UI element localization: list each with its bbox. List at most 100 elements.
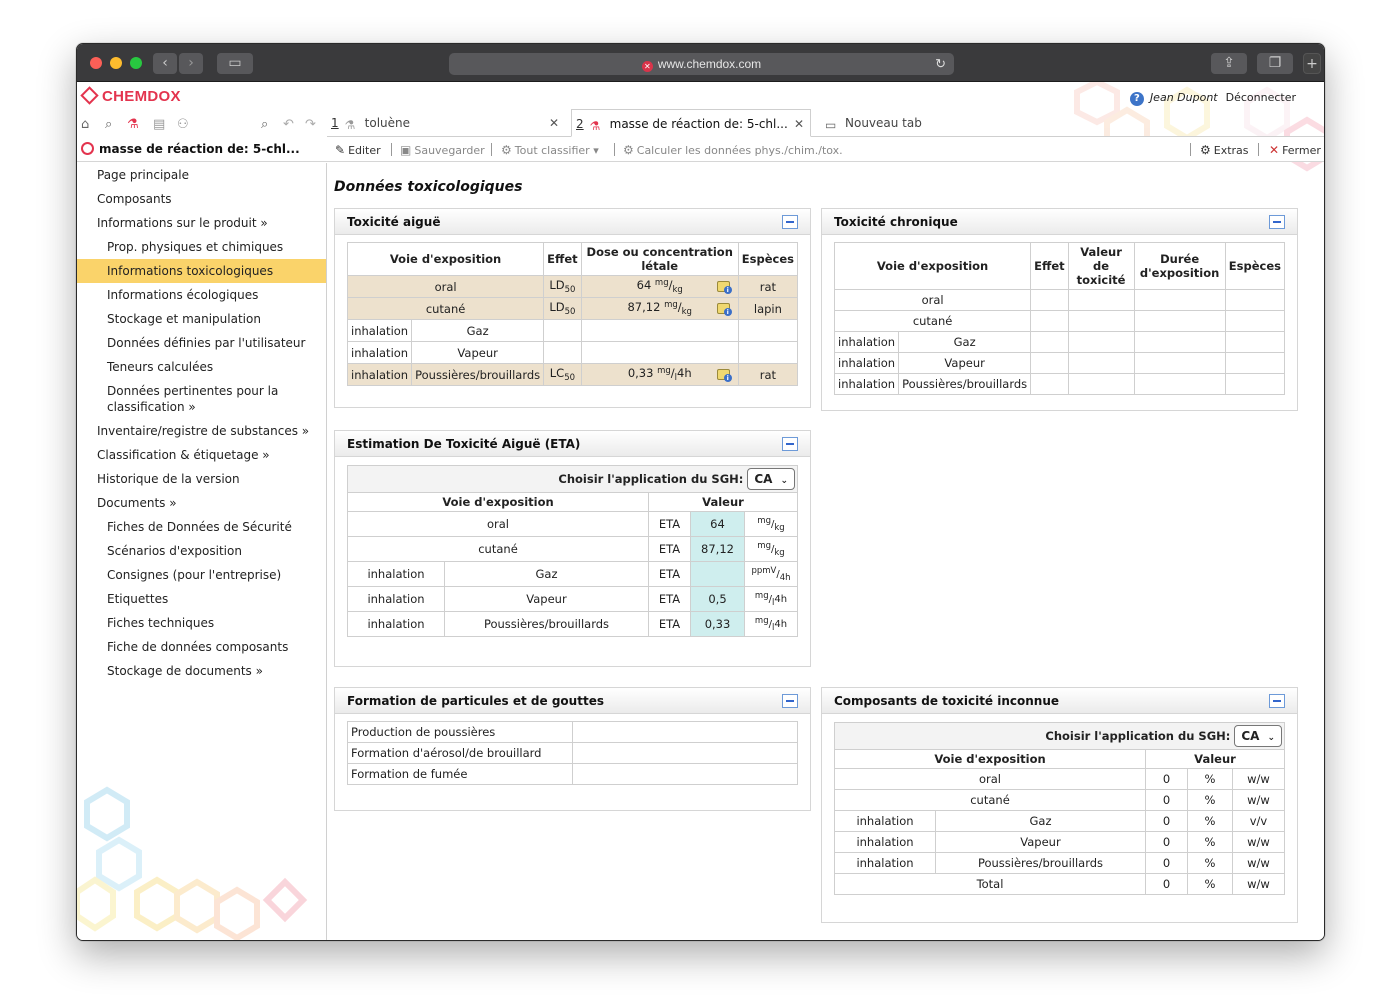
sidebar-item[interactable]: Stockage et manipulation <box>77 307 326 331</box>
table-cell <box>1067 310 1135 332</box>
particles-panel: Formation de particules et de gouttes Pr… <box>334 687 811 811</box>
particle-value-cell[interactable] <box>572 742 798 764</box>
collapse-icon[interactable] <box>1269 694 1285 708</box>
sidebar-item[interactable]: Documents » <box>77 491 326 515</box>
collapse-icon[interactable] <box>782 694 798 708</box>
table-row: Total 0% w/w <box>834 873 1285 895</box>
sidebar-item[interactable]: Prop. physiques et chimiques <box>77 235 326 259</box>
address-bar[interactable]: ✕ www.chemdox.com ↻ <box>449 53 954 75</box>
table-cell: inhalation <box>833 373 900 395</box>
sidebar-item[interactable]: Inventaire/registre de substances » <box>77 419 326 443</box>
table-cell <box>580 319 739 342</box>
eta-value-cell[interactable]: 0,5 <box>690 586 745 612</box>
zoom-search-icon[interactable]: ⌕ <box>261 117 268 132</box>
sidebar-item[interactable]: Page principale <box>77 163 326 187</box>
sidebar-item[interactable]: Données définies par l'utilisateur <box>77 331 326 355</box>
history-back-icon[interactable]: ↶ <box>283 117 294 132</box>
particle-value-cell[interactable] <box>572 721 798 743</box>
sidebar-item[interactable]: Données pertinentes pour la classificati… <box>77 379 326 419</box>
unit-numerator: mg <box>664 300 678 310</box>
eta-value-cell[interactable]: 64 <box>690 511 745 537</box>
table-cell <box>1224 310 1286 332</box>
table-cell: ppmV/4h <box>744 561 798 587</box>
unit: mg/kg <box>757 541 784 558</box>
sidebar-item[interactable]: Informations écologiques <box>77 283 326 307</box>
sidebar-item[interactable]: Historique de la version <box>77 467 326 491</box>
info-icon[interactable] <box>716 369 732 382</box>
back-icon[interactable]: ‹ <box>153 53 177 74</box>
reload-icon[interactable]: ↻ <box>935 53 946 75</box>
particle-value-cell[interactable] <box>572 763 798 785</box>
eta-value-cell[interactable] <box>690 561 745 587</box>
classify-button[interactable]: ⚙ Tout classifier ▾ <box>501 143 599 157</box>
forward-icon[interactable]: › <box>179 53 203 74</box>
close-button[interactable]: ✕ Fermer <box>1269 143 1321 157</box>
sidebar-item[interactable]: Informations sur le produit » <box>77 211 326 235</box>
tab-masse-reaction[interactable]: 2 ⚗ masse de réaction de: 5-chl... ✕ <box>571 109 811 137</box>
collapse-icon[interactable] <box>782 437 798 451</box>
collapse-icon[interactable] <box>1269 215 1285 229</box>
document-icon[interactable]: ▤ <box>153 117 165 132</box>
calculate-button[interactable]: ⚙ Calculer les données phys./chim./tox. <box>623 143 843 157</box>
sgh-select[interactable]: CA ⌄ <box>1234 725 1282 747</box>
sidebar-item[interactable]: Informations toxicologiques <box>77 259 326 283</box>
history-forward-icon[interactable]: ↷ <box>305 117 316 132</box>
table-cell <box>1224 373 1286 395</box>
share-icon[interactable]: ⇪ <box>1211 53 1247 74</box>
sidebar-item[interactable]: Teneurs calculées <box>77 355 326 379</box>
new-tab-icon[interactable]: + <box>1303 53 1321 74</box>
eta-value-cell[interactable]: 0,33 <box>690 611 745 637</box>
extras-button[interactable]: ⚙ Extras <box>1200 143 1249 157</box>
sidebar-item[interactable]: Fiches de Données de Sécurité <box>77 515 326 539</box>
table-cell: % <box>1187 768 1233 790</box>
acute-toxicity-table: Voie d'exposition Effet Dose ou concentr… <box>346 242 799 386</box>
table-cell: 0 <box>1145 831 1188 853</box>
close-window-icon[interactable] <box>90 57 102 69</box>
tab-new[interactable]: ▭ Nouveau tab <box>817 109 957 137</box>
maximize-window-icon[interactable] <box>130 57 142 69</box>
table-cell: v/v <box>1232 810 1285 832</box>
sidebar-item[interactable]: Consignes (pour l'entreprise) <box>77 563 326 587</box>
sidebar-item[interactable]: Classification & étiquetage » <box>77 443 326 467</box>
tabs-overview-icon[interactable]: ❐ <box>1257 53 1293 74</box>
home-icon[interactable]: ⌂ <box>81 117 89 132</box>
dropdown-arrow-icon[interactable]: ▾ <box>593 144 599 157</box>
save-button[interactable]: ▣ Sauvegarder <box>400 143 485 157</box>
sgh-select[interactable]: CA ⌄ <box>747 468 795 490</box>
substance-icon[interactable]: ⚗ <box>127 117 139 132</box>
sidebar-item[interactable]: Stockage de documents » <box>77 659 326 683</box>
eta-value-cell[interactable]: 87,12 <box>690 536 745 562</box>
collapse-icon[interactable] <box>782 215 798 229</box>
new-tab-page-icon: ▭ <box>825 118 837 132</box>
sgh-label: Choisir l'application du SGH: <box>1045 729 1231 743</box>
sidebar-toggle-icon[interactable]: ▭ <box>217 53 253 74</box>
table-cell: inhalation <box>346 341 413 364</box>
close-tab-icon[interactable]: ✕ <box>549 109 559 137</box>
edit-button[interactable]: ✎ Editer <box>335 143 381 157</box>
calculator-icon: ⚙ <box>623 143 634 157</box>
sidebar-item[interactable]: Scénarios d'exposition <box>77 539 326 563</box>
page-title: Données toxicologiques <box>334 179 523 195</box>
col-header: Voie d'exposition <box>346 242 545 276</box>
breadcrumb: masse de réaction de: 5-chl... <box>81 142 300 156</box>
sidebar-item[interactable]: Fiche de données composants <box>77 635 326 659</box>
col-header: Effet <box>1030 242 1069 290</box>
sidebar-item[interactable]: Composants <box>77 187 326 211</box>
calculate-label: Calculer les données phys./chim./tox. <box>636 144 843 157</box>
sgh-select-value: CA <box>1241 729 1260 743</box>
table-cell: Vapeur <box>935 831 1146 853</box>
chemdox-logo[interactable]: CHEMDOX <box>80 86 181 105</box>
table-cell: 0 <box>1145 789 1188 811</box>
search-icon[interactable]: ⌕ <box>105 117 112 132</box>
sidebar-item[interactable]: Etiquettes <box>77 587 326 611</box>
tab-label: toluène <box>364 116 410 130</box>
sidebar-item[interactable]: Fiches techniques <box>77 611 326 635</box>
users-icon[interactable]: ⚇ <box>177 117 189 132</box>
close-tab-icon[interactable]: ✕ <box>794 110 804 138</box>
minimize-window-icon[interactable] <box>110 57 122 69</box>
logout-link[interactable]: Déconnecter <box>1226 91 1296 104</box>
info-icon[interactable] <box>716 303 732 316</box>
tab-toluene[interactable]: 1 ⚗ toluène ✕ <box>327 109 565 137</box>
help-icon[interactable]: ? <box>1129 92 1144 106</box>
info-icon[interactable] <box>716 281 732 294</box>
